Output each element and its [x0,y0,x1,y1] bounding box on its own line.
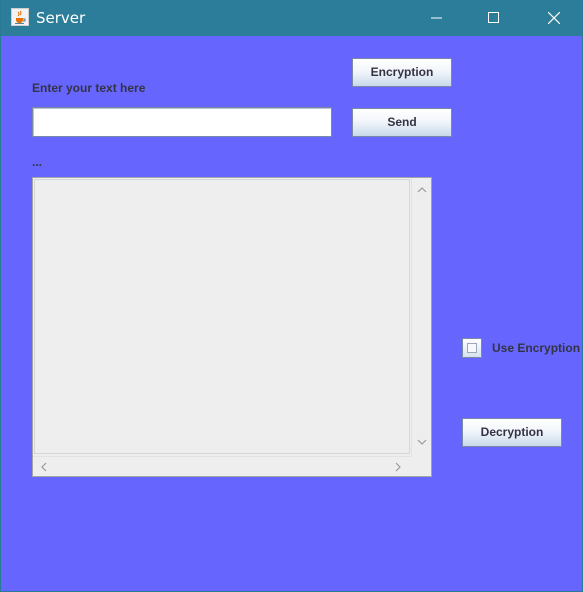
server-window: Server Enter your text here Encryption S… [0,0,583,592]
prompt-label: Enter your text here [32,81,146,95]
minimize-button[interactable] [414,0,460,36]
chevron-left-icon[interactable] [40,462,47,472]
status-label: ... [32,155,43,169]
use-encryption-checkbox[interactable] [462,338,482,358]
message-input[interactable] [32,107,332,137]
decryption-button[interactable]: Decryption [462,418,562,447]
use-encryption-label[interactable]: Use Encryption [492,341,580,355]
encryption-button[interactable]: Encryption [352,58,452,87]
message-text-area[interactable] [34,179,410,454]
message-scroll-pane [32,177,432,477]
horizontal-scrollbar[interactable] [33,456,411,476]
java-cup-icon [11,8,29,26]
chevron-up-icon[interactable] [417,186,427,193]
window-title: Server [36,9,86,27]
vertical-scrollbar[interactable] [411,178,431,456]
close-button[interactable] [531,0,577,36]
chevron-right-icon[interactable] [395,462,402,472]
maximize-icon [488,12,499,23]
close-icon [548,12,560,24]
title-bar[interactable]: Server [1,0,583,36]
minimize-icon [431,17,442,19]
chevron-down-icon[interactable] [417,439,427,446]
checkbox-box [467,343,477,353]
send-button[interactable]: Send [352,108,452,137]
maximize-button[interactable] [471,0,517,36]
